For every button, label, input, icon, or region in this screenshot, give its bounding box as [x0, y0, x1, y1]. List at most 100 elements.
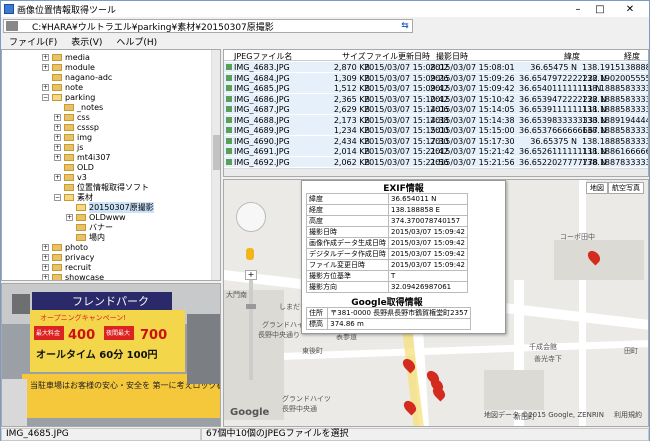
expand-toggle-icon[interactable]: +	[42, 84, 49, 91]
file-row[interactable]: IMG_4684.JPG 1,309 KB 2015/03/07 15:09:26 2…	[224, 72, 648, 83]
menu-file[interactable]: ファイル(F)	[1, 34, 63, 48]
info-value: 2015/03/07 15:09:42	[387, 259, 469, 271]
expand-toggle-icon[interactable]: +	[54, 174, 61, 181]
expand-toggle-icon	[42, 74, 49, 81]
expand-toggle-icon[interactable]: +	[54, 124, 61, 131]
expand-toggle-icon[interactable]: +	[42, 264, 49, 271]
folder-icon	[52, 254, 62, 261]
file-row[interactable]: IMG_4692.JPG 2,062 KB 2015/03/07 15:21:56 2…	[224, 156, 649, 167]
folder-icon	[52, 94, 62, 101]
info-key: 画像作成データ生成日時	[306, 237, 389, 249]
tree-item-label: media	[65, 53, 90, 62]
expand-toggle-icon[interactable]: −	[42, 94, 49, 101]
col-lon[interactable]: 経度	[624, 51, 640, 62]
col-size[interactable]: サイズ	[342, 51, 366, 62]
file-row[interactable]: IMG_4686.JPG 2,365 KB 2015/03/07 15:10:42 2…	[224, 93, 649, 104]
pegman-icon[interactable]	[246, 248, 254, 260]
tree-scrollbar[interactable]	[211, 50, 220, 280]
expand-toggle-icon[interactable]: +	[54, 134, 61, 141]
file-list[interactable]: JPEGファイル名 サイズ ファイル更新日時 撮影日時 緯度 経度 IMG_46…	[223, 49, 649, 177]
menu-view[interactable]: 表示(V)	[63, 34, 108, 48]
file-row[interactable]: IMG_4689.JPG 1,234 KB 2015/03/07 15:15:00 2…	[224, 125, 648, 135]
exif-title: EXIF情報	[383, 184, 424, 194]
expand-toggle-icon	[54, 164, 61, 171]
folder-icon	[64, 174, 74, 181]
title-bar: 画像位置情報取得ツール – □ ✕	[1, 1, 649, 17]
col-updated[interactable]: ファイル更新日時	[366, 51, 430, 62]
file-row[interactable]: IMG_4687.JPG 2,629 KB 2015/03/07 15:14:06 2…	[224, 104, 648, 114]
expand-toggle-icon[interactable]: +	[42, 64, 49, 71]
col-shot[interactable]: 撮影日時	[436, 51, 468, 62]
map-button[interactable]: 地図	[586, 182, 608, 194]
menu-help[interactable]: ヘルプ(H)	[108, 34, 163, 48]
expand-toggle-icon	[66, 224, 73, 231]
expand-toggle-icon[interactable]: +	[42, 274, 49, 280]
expand-toggle-icon[interactable]: +	[54, 144, 61, 151]
status-message: 67個中10個のJPEGファイルを選択	[201, 428, 649, 441]
app-icon	[4, 4, 14, 14]
zoom-slider[interactable]	[249, 280, 253, 380]
photo-night-label: 夜間最大	[106, 329, 130, 337]
tree-item[interactable]: + showcase	[42, 272, 104, 280]
folder-tree[interactable]: + media + module nagano-adc + note − parking _not…	[1, 49, 221, 281]
file-row[interactable]: IMG_4690.JPG 2,434 KB 2015/03/07 15:17:30 2…	[224, 135, 649, 146]
satellite-button[interactable]: 航空写真	[608, 182, 644, 194]
expand-toggle-icon[interactable]: +	[42, 244, 49, 251]
map-view[interactable]: 地図 航空写真 + コーポ田中 大門南 しまだい グランドハイツ 長野中央通り 表参道 東後…	[223, 179, 649, 427]
folder-icon	[76, 204, 86, 211]
file-cell-name: IMG_4685.JPG	[226, 84, 290, 93]
photo-sign-title: フレンドパーク	[72, 295, 149, 308]
path-input[interactable]: C:¥HARA¥ウルトラエル¥parking¥素材¥20150307原撮影	[32, 20, 398, 33]
expand-toggle-icon[interactable]: +	[42, 54, 49, 61]
file-row[interactable]: IMG_4688.JPG 2,173 KB 2015/03/07 15:14:38 2…	[224, 114, 648, 125]
col-name[interactable]: JPEGファイル名	[234, 51, 292, 62]
expand-toggle-icon[interactable]: +	[54, 114, 61, 121]
pan-control[interactable]	[236, 202, 266, 232]
terms-link[interactable]: 利用規約	[614, 410, 642, 420]
file-cell-shot: 2015/03/07 15:15:00	[430, 126, 515, 135]
map-place-label: コーポ田中	[560, 233, 595, 241]
info-row: 緯度 36.654011 N	[306, 193, 469, 205]
map-place-label: 東後町	[302, 347, 323, 355]
folder-icon	[76, 224, 86, 231]
file-cell-shot: 2015/03/07 15:09:42	[430, 84, 515, 93]
file-cell-name: IMG_4690.JPG	[226, 137, 290, 146]
expand-toggle-icon[interactable]: +	[42, 254, 49, 261]
file-cell-shot: 2015/03/07 15:14:38	[430, 115, 515, 125]
photo-night-price: 700	[140, 328, 167, 343]
file-cell-lat: 36.6522027777778 N	[519, 157, 607, 167]
save-icon[interactable]	[6, 21, 18, 31]
expand-toggle-icon[interactable]: −	[54, 194, 61, 201]
photo-preview: フレンドパーク オープニングキャンペーン! 最大料金 400 夜間最大 700 …	[1, 283, 221, 427]
expand-toggle-icon[interactable]: +	[66, 214, 73, 221]
close-button[interactable]: ✕	[611, 2, 649, 16]
file-cell-lon: 138.18885833333	[582, 136, 649, 146]
file-list-hscroll[interactable]	[224, 168, 648, 176]
folder-icon	[52, 264, 62, 271]
minimize-button[interactable]: –	[567, 2, 589, 16]
file-row[interactable]: IMG_4691.JPG 2,014 KB 2015/03/07 15:21:42 2…	[224, 146, 648, 156]
zoom-in-button[interactable]: +	[245, 270, 257, 280]
folder-icon	[64, 154, 74, 161]
photo-day-price: 400	[68, 328, 95, 343]
info-row: 標高 374.86 m	[305, 318, 471, 330]
info-row: 撮影方向 32.09426987061	[306, 281, 469, 293]
refresh-icon[interactable]: ⇆	[398, 21, 412, 31]
file-cell-name: IMG_4684.JPG	[226, 74, 290, 83]
expand-toggle-icon[interactable]: +	[54, 154, 61, 161]
file-cell-lon: 138.18878333333	[582, 157, 649, 167]
maximize-button[interactable]: □	[589, 2, 611, 16]
file-row[interactable]: IMG_4683.JPG 2,870 KB 2015/03/07 15:08:02 2…	[224, 62, 648, 72]
file-row[interactable]: IMG_4685.JPG 1,512 KB 2015/03/07 15:09:42 2…	[224, 83, 648, 93]
info-key: 緯度	[306, 193, 389, 205]
tree-item-label: module	[65, 63, 95, 72]
col-lat[interactable]: 緯度	[564, 51, 580, 62]
file-cell-lon: 138.18885833333	[582, 84, 649, 93]
folder-icon	[76, 234, 86, 241]
file-cell-lon: 138.18885833333	[582, 94, 649, 104]
zoom-handle[interactable]	[246, 304, 256, 309]
info-row: 撮影方位基準 T	[306, 270, 469, 282]
expand-toggle-icon	[66, 234, 73, 241]
tree-item-label: v3	[77, 173, 87, 182]
google-logo: Google	[230, 407, 270, 418]
